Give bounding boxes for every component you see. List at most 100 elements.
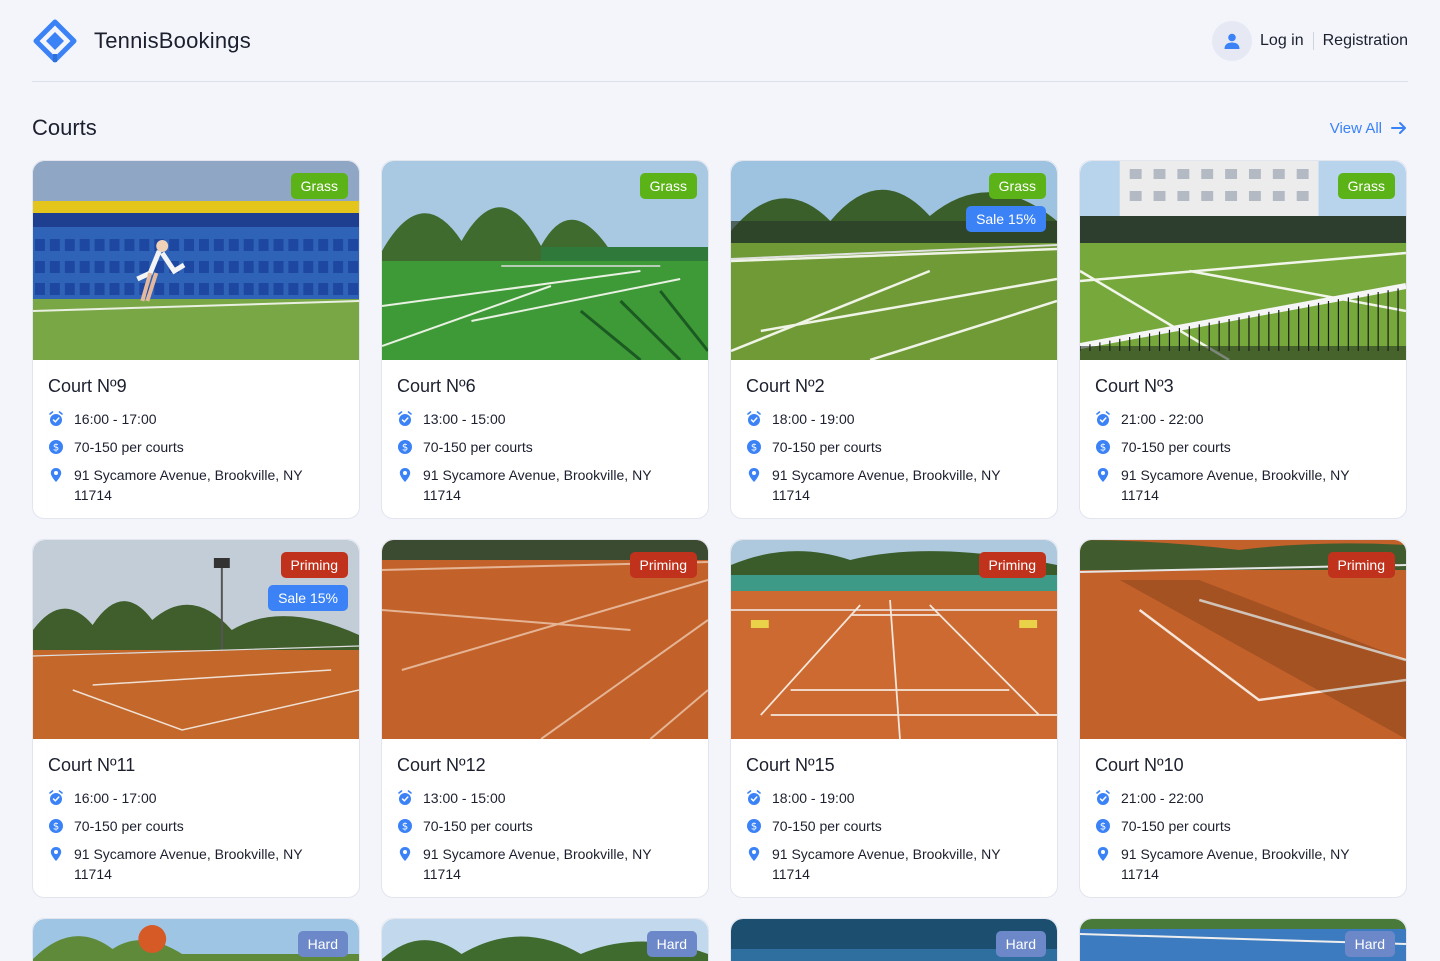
alarm-clock-icon	[1096, 790, 1110, 805]
court-time: 21:00 - 22:00	[1121, 411, 1204, 427]
court-card[interactable]: Grass Sale 15% Court Nº2 18:00 - 19:00 $…	[730, 160, 1058, 519]
court-address: 91 Sycamore Avenue, Brookville, NY 11714	[423, 846, 652, 882]
court-photo: Grass	[382, 161, 708, 360]
sale-badge: Sale 15%	[966, 206, 1046, 232]
court-price: 70-150 per courts	[772, 439, 882, 455]
surface-badge: Grass	[988, 173, 1046, 199]
court-price: 70-150 per courts	[1121, 818, 1231, 834]
court-price: 70-150 per courts	[423, 439, 533, 455]
court-name: Court Nº11	[48, 755, 136, 775]
surface-badge: Hard	[646, 931, 697, 957]
svg-text:$: $	[402, 443, 408, 454]
badges: Grass	[1337, 173, 1395, 199]
alarm-clock-icon	[747, 411, 761, 426]
tennis-bookings-logo-icon	[33, 19, 77, 62]
court-address-row: 91 Sycamore Avenue, Brookville, NY 11714	[397, 465, 693, 505]
court-price: 70-150 per courts	[74, 439, 184, 455]
court-card[interactable]: Grass Court Nº6 13:00 - 15:00 $70-150 pe…	[381, 160, 709, 519]
brand[interactable]: TennisBookings	[32, 18, 251, 64]
svg-text:$: $	[751, 822, 757, 833]
court-photo: Priming	[731, 540, 1057, 739]
surface-badge: Hard	[995, 931, 1046, 957]
surface-badge: Grass	[639, 173, 697, 199]
court-info: Court Nº15 18:00 - 19:00 $70-150 per cou…	[731, 739, 1057, 884]
court-time: 21:00 - 22:00	[1121, 790, 1204, 806]
court-address: 91 Sycamore Avenue, Brookville, NY 11714	[74, 467, 303, 503]
court-photo: Hard	[33, 919, 359, 961]
court-card[interactable]: Priming Sale 15% Court Nº11 16:00 - 17:0…	[32, 539, 360, 898]
auth-links: Log in Registration	[1212, 20, 1408, 61]
court-address-row: 91 Sycamore Avenue, Brookville, NY 11714	[1095, 844, 1391, 884]
court-card[interactable]: Hard	[32, 918, 360, 961]
location-pin-icon	[1097, 468, 1109, 482]
surface-badge: Priming	[978, 552, 1046, 578]
dollar-icon: $	[398, 819, 412, 833]
court-card[interactable]: Priming Court Nº12 13:00 - 15:00 $70-150…	[381, 539, 709, 898]
svg-text:$: $	[53, 443, 59, 454]
court-photo: Grass Sale 15%	[731, 161, 1057, 360]
court-time: 16:00 - 17:00	[74, 790, 157, 806]
view-all-link[interactable]: View All	[1330, 119, 1408, 137]
badges: Grass	[639, 173, 697, 199]
courts-grid: Grass Court Nº9 16:00 - 17:00 $70-150 pe…	[32, 160, 1407, 961]
court-info: Court Nº6 13:00 - 15:00 $70-150 per cour…	[382, 360, 708, 505]
user-icon	[1224, 33, 1240, 49]
badges: Hard	[995, 931, 1046, 957]
svg-text:$: $	[751, 443, 757, 454]
court-address-row: 91 Sycamore Avenue, Brookville, NY 11714	[397, 844, 693, 884]
location-pin-icon	[50, 847, 62, 861]
court-photo: Priming Sale 15%	[33, 540, 359, 739]
court-time: 13:00 - 15:00	[423, 411, 506, 427]
court-info: Court Nº2 18:00 - 19:00 $70-150 per cour…	[731, 360, 1057, 505]
arrow-right-icon	[1391, 122, 1406, 134]
court-card[interactable]: Priming Court Nº10 21:00 - 22:00 $70-150…	[1079, 539, 1407, 898]
court-photo: Grass	[1080, 161, 1406, 360]
section-title: Courts	[32, 115, 97, 140]
court-card[interactable]: Hard	[730, 918, 1058, 961]
court-info: Court Nº3 21:00 - 22:00 $70-150 per cour…	[1080, 360, 1406, 505]
brand-name: TennisBookings	[94, 27, 251, 53]
court-time-row: 21:00 - 22:00	[1095, 409, 1391, 429]
court-card[interactable]: Hard	[381, 918, 709, 961]
badges: Hard	[646, 931, 697, 957]
surface-badge: Grass	[1337, 173, 1395, 199]
surface-badge: Priming	[629, 552, 697, 578]
court-card[interactable]: Grass Court Nº9 16:00 - 17:00 $70-150 pe…	[32, 160, 360, 519]
dollar-icon: $	[747, 819, 761, 833]
court-info: Court Nº10 21:00 - 22:00 $70-150 per cou…	[1080, 739, 1406, 884]
court-address: 91 Sycamore Avenue, Brookville, NY 11714	[772, 467, 1001, 503]
court-address-row: 91 Sycamore Avenue, Brookville, NY 11714	[746, 465, 1042, 505]
court-time-row: 16:00 - 17:00	[48, 409, 344, 429]
court-time-row: 13:00 - 15:00	[397, 409, 693, 429]
location-pin-icon	[748, 468, 760, 482]
court-name: Court Nº9	[48, 376, 127, 396]
court-card[interactable]: Grass Court Nº3 21:00 - 22:00 $70-150 pe…	[1079, 160, 1407, 519]
court-name: Court Nº6	[397, 376, 476, 396]
badges: Grass	[290, 173, 348, 199]
surface-badge: Hard	[297, 931, 348, 957]
court-time: 13:00 - 15:00	[423, 790, 506, 806]
court-info: Court Nº9 16:00 - 17:00 $70-150 per cour…	[33, 360, 359, 505]
court-card[interactable]: Hard	[1079, 918, 1407, 961]
dollar-icon: $	[747, 440, 761, 454]
registration-link[interactable]: Registration	[1323, 32, 1408, 50]
court-price-row: $70-150 per courts	[397, 437, 693, 457]
alarm-clock-icon	[398, 411, 412, 426]
court-time: 18:00 - 19:00	[772, 411, 855, 427]
sale-badge: Sale 15%	[268, 585, 348, 611]
alarm-clock-icon	[49, 790, 63, 805]
court-address: 91 Sycamore Avenue, Brookville, NY 11714	[1121, 846, 1350, 882]
court-card[interactable]: Priming Court Nº15 18:00 - 19:00 $70-150…	[730, 539, 1058, 898]
court-price-row: $70-150 per courts	[1095, 437, 1391, 457]
user-avatar[interactable]	[1212, 20, 1253, 61]
court-address-row: 91 Sycamore Avenue, Brookville, NY 11714	[746, 844, 1042, 884]
login-link[interactable]: Log in	[1260, 32, 1304, 50]
location-pin-icon	[1097, 847, 1109, 861]
court-price-row: $70-150 per courts	[746, 816, 1042, 836]
svg-text:$: $	[1100, 822, 1106, 833]
alarm-clock-icon	[49, 411, 63, 426]
court-info: Court Nº12 13:00 - 15:00 $70-150 per cou…	[382, 739, 708, 884]
alarm-clock-icon	[1096, 411, 1110, 426]
court-address: 91 Sycamore Avenue, Brookville, NY 11714	[74, 846, 303, 882]
dollar-icon: $	[49, 819, 63, 833]
